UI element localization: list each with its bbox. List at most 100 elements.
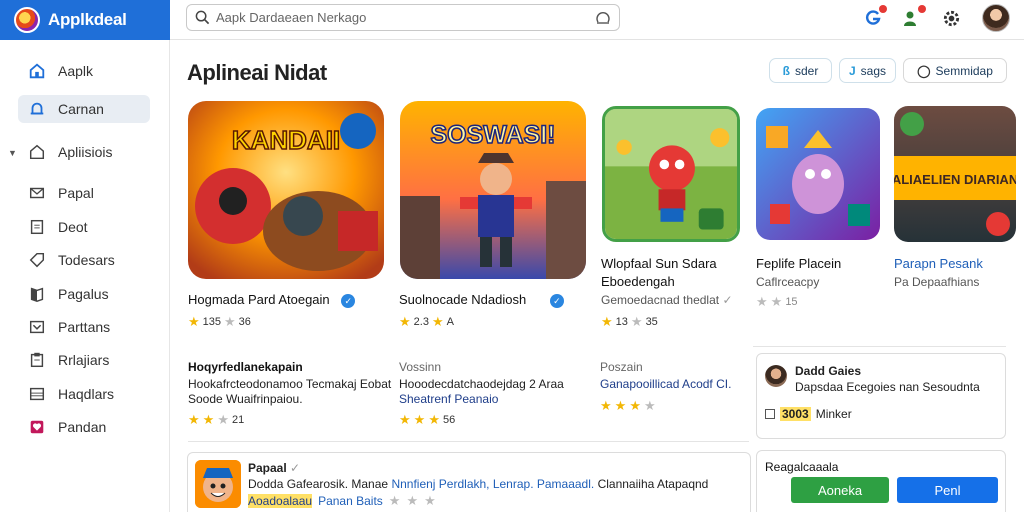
penl-button[interactable]: Penl bbox=[897, 477, 998, 503]
settings-gear-icon[interactable] bbox=[940, 7, 962, 29]
user-avatar[interactable] bbox=[982, 4, 1010, 32]
sidebar-item-label: Papal bbox=[58, 185, 94, 201]
star-icon: ★ bbox=[756, 294, 768, 309]
rating-count: 35 bbox=[645, 316, 658, 328]
game-art-3[interactable] bbox=[602, 106, 740, 242]
avatar bbox=[765, 365, 787, 387]
star-icon: ★ bbox=[424, 493, 436, 508]
star-icon: ★ bbox=[629, 398, 641, 413]
pill-label: sags bbox=[860, 63, 887, 78]
featured-subtitle-3: Eboedengah bbox=[601, 274, 675, 289]
featured-rating-3: ★ 13 ★ 35 bbox=[601, 314, 658, 330]
game-art-1[interactable]: KANDAII bbox=[188, 101, 384, 279]
verified-icon: ✓ bbox=[722, 293, 733, 307]
game-art-5[interactable]: ALIAELIEN DIARIAN bbox=[894, 106, 1016, 242]
rating-value: 21 bbox=[231, 414, 245, 426]
bell-icon bbox=[30, 102, 44, 115]
book-icon bbox=[30, 287, 44, 302]
star-icon: ★ bbox=[188, 314, 200, 329]
list-item-desc: Ganapooillicad Acodf CI. bbox=[600, 377, 732, 391]
sidebar-item-haqdlars[interactable]: Haqdlars bbox=[18, 380, 150, 408]
sidebar-item-label: Pandan bbox=[58, 419, 107, 435]
sidebar-item-home[interactable]: Aaplk bbox=[18, 57, 150, 85]
pill-icon: ß bbox=[782, 63, 790, 78]
search-input[interactable] bbox=[216, 10, 595, 25]
featured-rating-1: ★ 135 ★ 36 bbox=[188, 314, 251, 330]
rating-count: A bbox=[446, 316, 454, 328]
brand-bar[interactable]: Applkdeal bbox=[0, 0, 170, 40]
featured-title-text: Feplife Placein bbox=[756, 256, 842, 271]
voice-search-icon[interactable] bbox=[595, 10, 611, 26]
sidebar-item-deot[interactable]: Deot bbox=[18, 213, 150, 241]
game-art-4[interactable] bbox=[756, 108, 880, 240]
sidebar-item-label: Pagalus bbox=[58, 286, 109, 302]
aoneka-button[interactable]: Aoneka bbox=[791, 477, 889, 503]
pill-label: Semmidap bbox=[935, 63, 993, 78]
featured-title-text: Wlopfaal Sun Sdara bbox=[601, 256, 717, 271]
google-notifications-icon[interactable] bbox=[862, 5, 887, 29]
featured-developer-5[interactable]: Pa Depaafhians bbox=[894, 275, 979, 289]
rating-value: 135 bbox=[202, 316, 222, 328]
developer-badge: Aoadoalaau bbox=[248, 494, 313, 508]
star-icon: ★ bbox=[399, 314, 411, 329]
sidebar-item-papal[interactable]: Papal bbox=[18, 179, 150, 207]
star-icon: ★ bbox=[770, 294, 783, 309]
sidebar-item-label: Haqdlars bbox=[58, 386, 115, 402]
rating-value: 56 bbox=[442, 414, 456, 426]
sidebar-item-parttans[interactable]: Parttans bbox=[18, 313, 150, 341]
bottom-item-title-text: Papaal bbox=[248, 461, 287, 475]
filter-pill-sags[interactable]: J sags bbox=[839, 58, 896, 83]
filter-pill-sder[interactable]: ß sder bbox=[769, 58, 832, 83]
rating-count: 36 bbox=[238, 316, 251, 328]
featured-developer-4[interactable]: Caflrceacpy bbox=[756, 275, 819, 289]
sidebar-item-rrlajiars[interactable]: Rrlajiars bbox=[18, 346, 150, 374]
star-icon: ★ bbox=[399, 412, 411, 427]
featured-title-text: Parapn Pesank bbox=[894, 256, 983, 271]
clipboard-icon bbox=[30, 352, 44, 368]
verified-icon: ✓ bbox=[290, 461, 301, 475]
list-icon bbox=[29, 387, 45, 401]
star-icon: ★ bbox=[431, 314, 444, 329]
star-icon: ★ bbox=[600, 398, 612, 413]
search-box[interactable] bbox=[186, 4, 620, 31]
inbox-icon bbox=[29, 320, 45, 334]
featured-title-text: Hogmada Pard Atoegain bbox=[188, 292, 330, 307]
sidebar-item-carnan[interactable]: Carnan bbox=[18, 95, 150, 123]
heart-icon bbox=[30, 420, 44, 434]
featured-title-2[interactable]: Suolnocade Ndadiosh ✓ bbox=[399, 292, 564, 308]
rating-value: 15 bbox=[785, 296, 798, 308]
developer-name[interactable]: Panan Baits bbox=[318, 494, 383, 508]
star-icon: ★ bbox=[217, 412, 229, 427]
featured-title-4[interactable]: Feplife Placein bbox=[756, 256, 841, 271]
featured-title-1[interactable]: Hogmada Pard Atoegain ✓ bbox=[188, 292, 356, 308]
featured-developer-3[interactable]: Gemoedacnad thedlat ✓ bbox=[601, 293, 733, 307]
sidebar-item-todesars[interactable]: Todesars bbox=[18, 246, 150, 274]
tag-link[interactable]: Minker bbox=[816, 407, 852, 421]
bottom-list-item[interactable]: Papaal ✓ Dodda Gafearosik. Manae Nnnfien… bbox=[187, 452, 751, 512]
sidebar-item-apliisiois[interactable]: Apliisiois bbox=[18, 138, 150, 166]
game-art-2[interactable]: SOSWASI! bbox=[400, 101, 586, 279]
profile-card[interactable]: Dadd Gaies Dapsdaa Ecegoies nan Sesoudnt… bbox=[756, 353, 1006, 439]
star-icon: ★ bbox=[224, 314, 236, 329]
star-icon: ★ bbox=[202, 412, 215, 427]
filter-pill-semmidap[interactable]: ◯ Semmidap bbox=[903, 58, 1007, 83]
developer-text: Pa Depaafhians bbox=[894, 275, 980, 289]
people-icon[interactable] bbox=[901, 5, 926, 29]
star-icon: ★ bbox=[643, 398, 656, 413]
tag-icon bbox=[765, 409, 775, 419]
mail-icon bbox=[29, 187, 45, 199]
profile-tag: 3003 Minker bbox=[765, 407, 852, 421]
game-art-text: KANDAII bbox=[232, 125, 340, 155]
top-bar bbox=[170, 0, 1024, 40]
sidebar-item-pagalus[interactable]: Pagalus bbox=[18, 280, 150, 308]
featured-title-5[interactable]: Parapn Pesank bbox=[894, 256, 983, 271]
chevron-down-icon[interactable]: ▼ bbox=[8, 148, 17, 158]
list-item-desc: Hookafrcteodonamoo Tecmakaj Eobat bbox=[188, 377, 392, 391]
list-item-title: Hoqyrfedlanekapain bbox=[188, 360, 303, 374]
star-icon: ★ bbox=[614, 398, 627, 413]
list-item-rating: ★ ★ ★ ★ bbox=[600, 398, 656, 414]
profile-desc: Dapsdaa Ecegoies nan Sesoudnta bbox=[795, 380, 980, 394]
featured-title-3[interactable]: Wlopfaal Sun Sdara bbox=[601, 256, 717, 271]
sidebar-item-pandan[interactable]: Pandan bbox=[18, 413, 150, 441]
developer-text: Caflrceacpy bbox=[756, 275, 820, 289]
